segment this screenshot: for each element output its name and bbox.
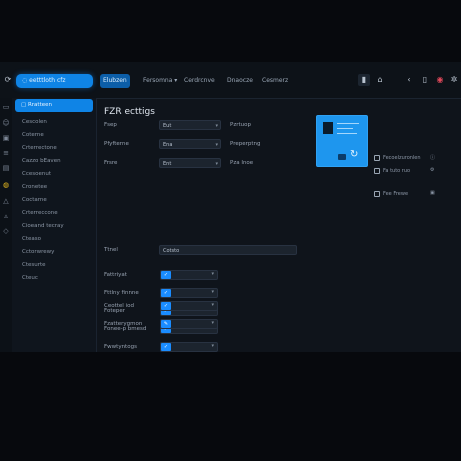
preview-line: [337, 133, 357, 134]
refresh-icon[interactable]: ↻: [350, 149, 358, 160]
chevron-down-icon: ▾: [211, 302, 214, 308]
info-icon[interactable]: ⓘ: [430, 154, 435, 161]
pencil-icon: ✎: [161, 320, 171, 328]
check-icon: ✓: [161, 343, 171, 351]
chevron-down-icon: ▾: [215, 161, 218, 167]
text-field[interactable]: Cotsto: [159, 245, 297, 255]
tab-cerdrcnve[interactable]: Cerdrcnve: [181, 74, 218, 88]
search-pill-label: eetttloth cfz: [29, 77, 66, 84]
chevron-down-icon: ▾: [211, 289, 214, 295]
refresh-icon[interactable]: ⟳: [2, 74, 14, 86]
dropdown-value: Ena: [163, 142, 173, 148]
preview-thumbnail: [323, 122, 333, 134]
warning-icon[interactable]: △: [1, 196, 11, 206]
chevron-down-icon: ▾: [211, 320, 214, 326]
chevron-down-icon: ▾: [211, 343, 214, 349]
dropdown-value: Eut: [163, 123, 172, 129]
sidebar-item[interactable]: Cteuc: [22, 274, 38, 283]
toggle-label: Fattriyat: [104, 272, 127, 278]
checkbox[interactable]: [374, 155, 380, 161]
back-icon[interactable]: ‹: [403, 74, 415, 86]
settings-icon[interactable]: ✲: [448, 74, 460, 86]
toggle-switch[interactable]: ✓ ▾: [160, 342, 218, 352]
printer-icon[interactable]: ▤: [1, 163, 11, 173]
field-label: Pfyfterne: [104, 141, 129, 147]
sidebar-item[interactable]: Crterrectone: [22, 144, 57, 153]
page-title: FZR ecttigs: [104, 107, 155, 117]
document-icon[interactable]: ▯: [419, 74, 431, 86]
battery-icon[interactable]: ▮: [358, 74, 370, 86]
triangle-icon[interactable]: ▵: [1, 211, 11, 221]
toggle-switch[interactable]: ✓ ▾: [160, 301, 218, 311]
toggle-label: Fzatterygmon: [104, 321, 143, 327]
dropdown-field[interactable]: Eut ▾: [159, 120, 221, 130]
checkbox[interactable]: [374, 191, 380, 197]
sidebar-item[interactable]: Cazzo bEaven: [22, 157, 61, 166]
monitor-icon[interactable]: ▣: [1, 133, 11, 143]
search-pill[interactable]: ◌ eetttloth cfz: [16, 74, 93, 88]
tab-fersomna[interactable]: Fersomna ▾: [140, 74, 180, 88]
lock-icon[interactable]: ⌂: [374, 74, 386, 86]
record-icon[interactable]: ◉: [434, 74, 446, 86]
option-label: Fecoelzuronlen: [383, 155, 421, 161]
dropdown-value: Ent: [163, 161, 172, 167]
option-label: Pza Inoe: [230, 160, 254, 166]
sidebar-item[interactable]: Ctesurte: [22, 261, 46, 270]
sidebar-item[interactable]: Cescolen: [22, 118, 47, 127]
toggle-label: Ceottel iod: [104, 303, 134, 309]
shield-icon[interactable]: ◇: [1, 226, 11, 236]
preview-line: [337, 123, 359, 124]
chevron-down-icon: ▾: [215, 142, 218, 148]
option-label: Preperptng: [230, 141, 261, 147]
tab-cesmerz[interactable]: Cesmerz: [259, 74, 291, 88]
check-icon: ✓: [161, 302, 171, 310]
toggle-label: Fttlny finnne: [104, 290, 139, 296]
main-panel: FZR ecttigs Fsep Eut ▾ Pfyfterne Ena ▾ F…: [96, 98, 461, 352]
toggle-label: Fwwtyntogs: [104, 344, 137, 350]
tab-dnaocze[interactable]: Dnaocze: [224, 74, 256, 88]
check-icon: ✓: [161, 289, 171, 297]
sidebar-item[interactable]: Coctarne: [22, 196, 47, 205]
gear-icon[interactable]: ⚙: [430, 167, 434, 173]
checkbox[interactable]: [374, 168, 380, 174]
person-icon[interactable]: ☺: [1, 118, 11, 128]
sidebar-item-active[interactable]: ▢ Rratteen: [15, 99, 93, 112]
settings-window: ⟳ ◌ eetttloth cfz Elubzen Fersomna ▾ Cer…: [0, 62, 461, 352]
sidebar-item-label: Rratteen: [27, 102, 52, 108]
drive-icon[interactable]: ▭: [1, 102, 11, 112]
preview-card[interactable]: ↻: [316, 115, 368, 167]
option-label: Fee Frewe: [383, 191, 409, 197]
sidebar-item[interactable]: Crterreccone: [22, 209, 58, 218]
option-label: Fa tuto ruo: [383, 168, 411, 174]
check-icon: ✓: [161, 271, 171, 279]
field-label: Frsre: [104, 160, 118, 166]
chevron-down-icon: ▾: [215, 123, 218, 129]
option-label: Pzrtuop: [230, 122, 251, 128]
preview-button[interactable]: [338, 154, 346, 160]
tab-elubzen[interactable]: Elubzen: [100, 74, 130, 88]
sidebar: ▢ Rratteen Cescolen Coterne Crterrectone…: [12, 98, 97, 352]
sidebar-item[interactable]: Cronetee: [22, 183, 47, 192]
toggle-switch[interactable]: ✓ ▾: [160, 288, 218, 298]
text-field-value: Cotsto: [163, 248, 180, 254]
dropdown-field[interactable]: Ena ▾: [159, 139, 221, 149]
list-icon[interactable]: ≡: [1, 148, 11, 158]
sidebar-item[interactable]: Cctorwrewy: [22, 248, 54, 257]
sidebar-item[interactable]: Coterne: [22, 131, 44, 140]
toggle-switch[interactable]: ✎ ▾: [160, 319, 218, 329]
dropdown-field[interactable]: Ent ▾: [159, 158, 221, 168]
chevron-down-icon: ▾: [211, 271, 214, 277]
preview-line: [337, 128, 353, 129]
edit-icon[interactable]: ▣: [430, 190, 435, 196]
highlight-icon[interactable]: ◍: [1, 180, 11, 190]
sidebar-item[interactable]: Cioeand tecray: [22, 222, 64, 231]
sidebar-item[interactable]: Ccesoenut: [22, 170, 51, 179]
sidebar-item[interactable]: Cteaso: [22, 235, 41, 244]
top-bar: ⟳ ◌ eetttloth cfz Elubzen Fersomna ▾ Cer…: [0, 62, 461, 99]
search-icon: ◌: [22, 77, 28, 84]
toggle-switch[interactable]: ✓ ▾: [160, 270, 218, 280]
field-label: Fsep: [104, 122, 117, 128]
field-label: Ttnel: [104, 247, 118, 253]
folder-icon: ▢: [21, 102, 28, 108]
